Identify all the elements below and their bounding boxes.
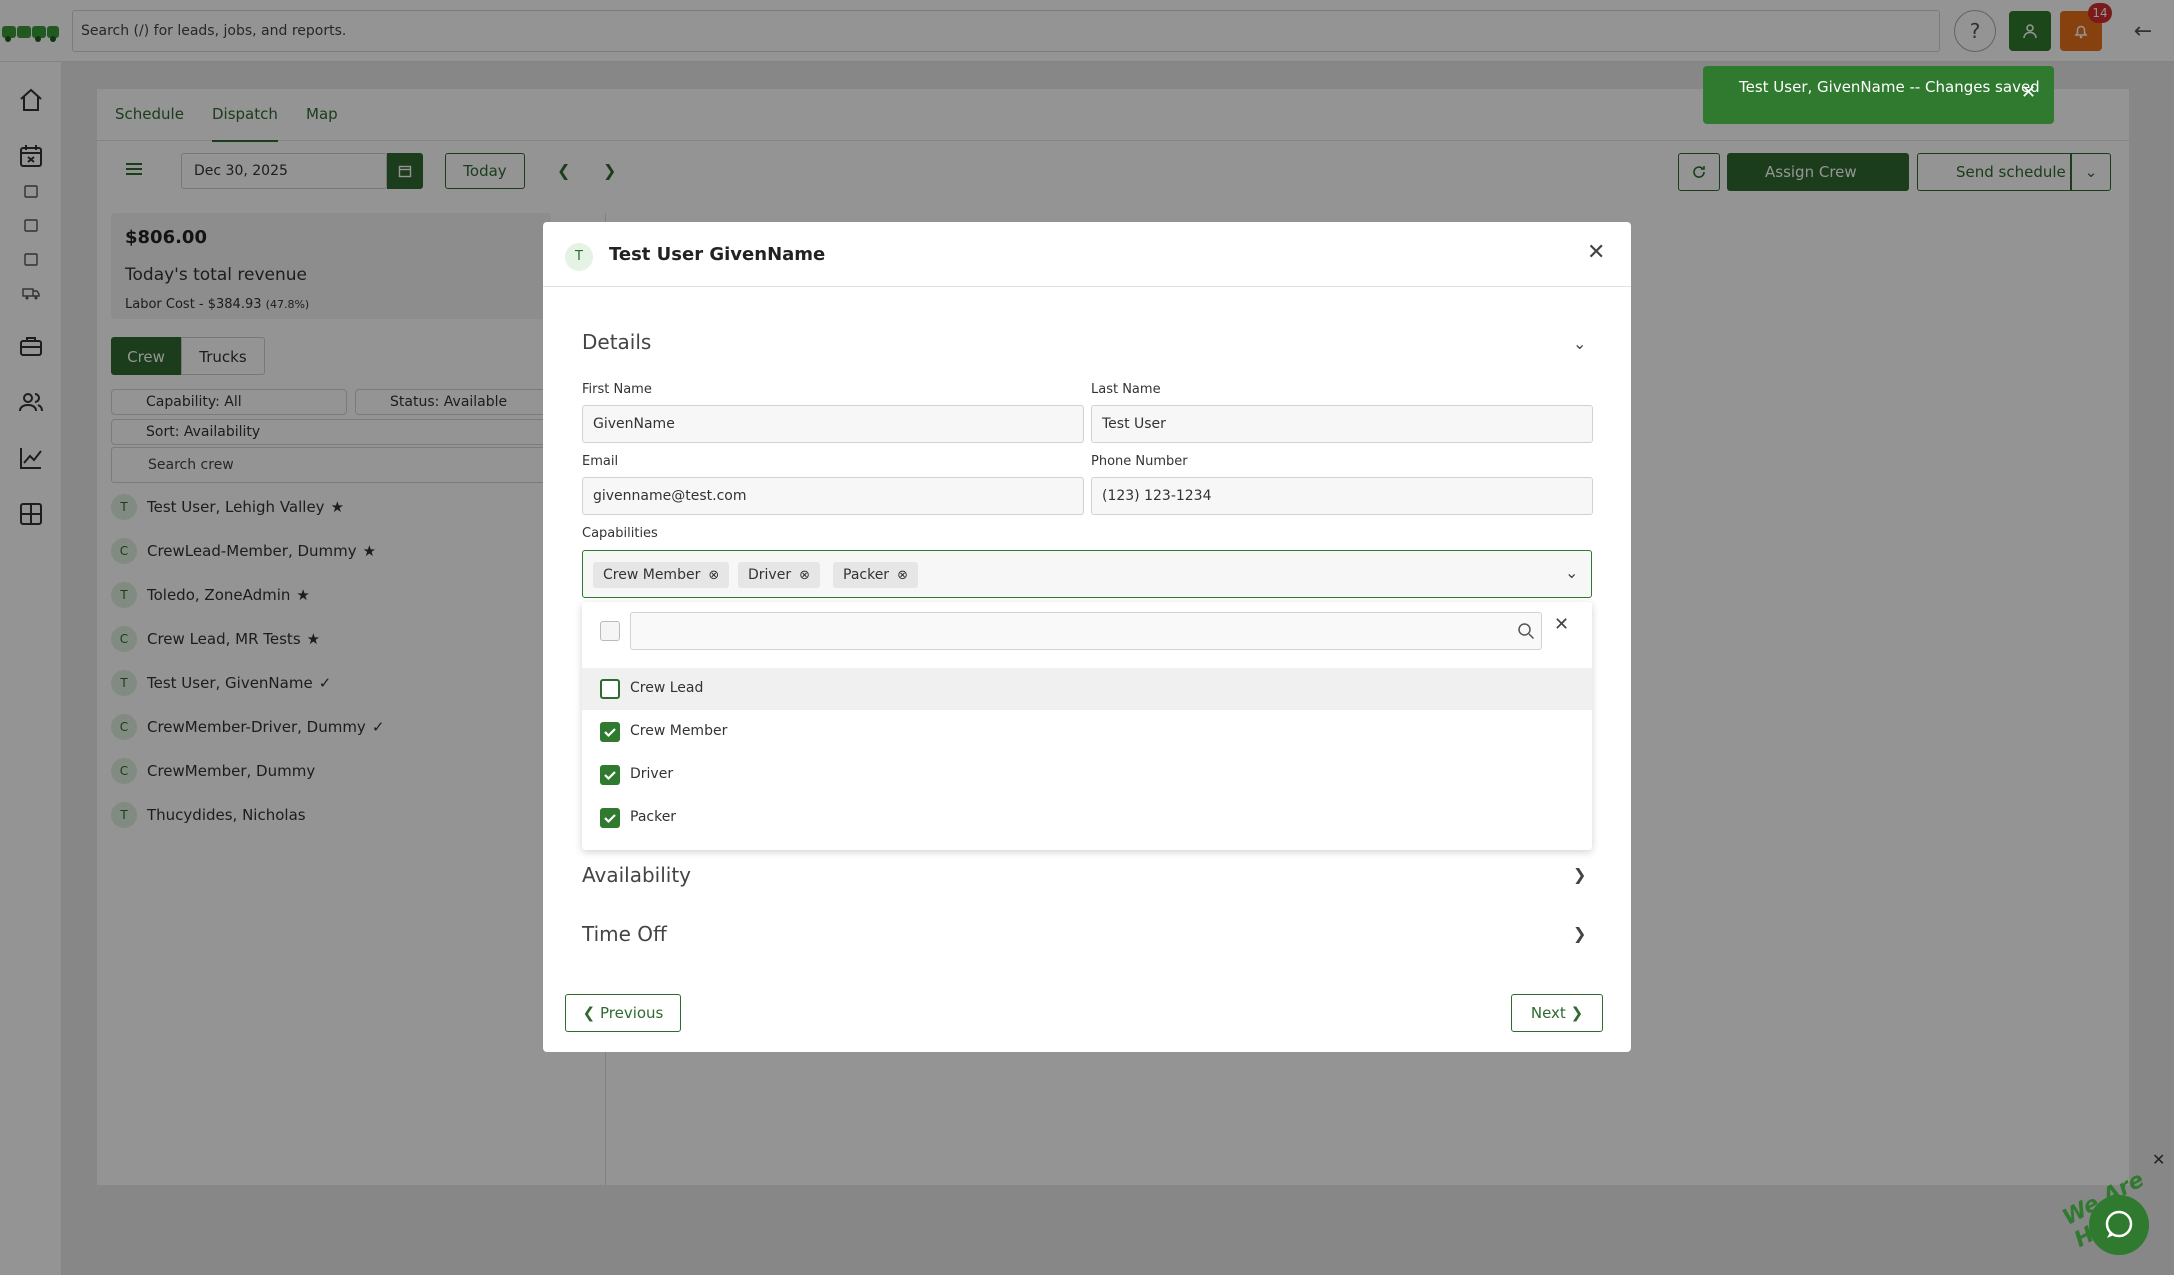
crew-member-modal: T Test User GivenName ✕ Details ⌄ First …: [543, 222, 1631, 1052]
checkbox[interactable]: [600, 679, 620, 699]
close-icon[interactable]: ✕: [1554, 614, 1569, 635]
chevron-left-icon: ❮: [582, 1004, 596, 1022]
phone-field[interactable]: (123) 123-1234: [1091, 477, 1593, 515]
availability-section-title[interactable]: Availability: [582, 863, 691, 887]
close-icon[interactable]: ✕: [2152, 1150, 2165, 1169]
modal-header: T Test User GivenName ✕: [543, 222, 1631, 287]
capability-chip: Crew Member ⊗: [593, 562, 730, 588]
remove-icon[interactable]: ⊗: [708, 568, 719, 583]
select-all-checkbox[interactable]: [600, 621, 620, 641]
chevron-right-icon[interactable]: ❯: [1573, 924, 1586, 943]
remove-icon[interactable]: ⊗: [799, 568, 810, 583]
first-name-label: First Name: [582, 382, 652, 397]
previous-button[interactable]: ❮ Previous: [565, 994, 681, 1032]
search-icon: [1518, 623, 1535, 640]
close-icon[interactable]: ✕: [1587, 240, 1605, 265]
option-crew-member[interactable]: Crew Member: [582, 711, 1592, 753]
email-field[interactable]: givenname@test.com: [582, 477, 1084, 515]
dropdown-search-input[interactable]: [630, 612, 1542, 650]
capability-chip: Packer ⊗: [833, 562, 918, 588]
next-button[interactable]: Next ❯: [1511, 994, 1603, 1032]
chat-icon: [2105, 1210, 2133, 1238]
checkbox-checked[interactable]: [600, 722, 620, 742]
phone-label: Phone Number: [1091, 454, 1188, 469]
avatar: T: [565, 243, 593, 271]
email-label: Email: [582, 454, 619, 469]
first-name-field[interactable]: GivenName: [582, 405, 1084, 443]
remove-icon[interactable]: ⊗: [897, 568, 908, 583]
toast-message: Test User, GivenName -- Changes saved: [1739, 78, 2040, 96]
chevron-right-icon[interactable]: ❯: [1573, 865, 1586, 884]
chevron-down-icon[interactable]: ⌄: [1565, 563, 1578, 582]
capabilities-multiselect[interactable]: Crew Member ⊗ Driver ⊗ Packer ⊗ ⌄: [582, 550, 1592, 598]
time-off-section-title[interactable]: Time Off: [582, 922, 667, 946]
option-packer[interactable]: Packer: [582, 797, 1592, 839]
checkbox-checked[interactable]: [600, 808, 620, 828]
last-name-field[interactable]: Test User: [1091, 405, 1593, 443]
close-icon[interactable]: ✕: [2021, 82, 2036, 103]
chat-launcher-button[interactable]: [2089, 1195, 2149, 1255]
capability-chip: Driver ⊗: [738, 562, 820, 588]
capabilities-label: Capabilities: [582, 526, 658, 541]
chevron-down-icon[interactable]: ⌄: [1573, 334, 1586, 353]
details-section-title[interactable]: Details: [582, 330, 651, 354]
option-driver[interactable]: Driver: [582, 754, 1592, 796]
checkbox-checked[interactable]: [600, 765, 620, 785]
chevron-right-icon: ❯: [1570, 1004, 1584, 1022]
last-name-label: Last Name: [1091, 382, 1161, 397]
option-crew-lead[interactable]: Crew Lead: [582, 668, 1592, 710]
success-toast: Test User, GivenName -- Changes saved ✕: [1703, 66, 2054, 124]
modal-title: Test User GivenName: [609, 244, 826, 265]
capabilities-dropdown: ✕ Crew Lead Crew Member Driver Packer: [582, 602, 1592, 850]
